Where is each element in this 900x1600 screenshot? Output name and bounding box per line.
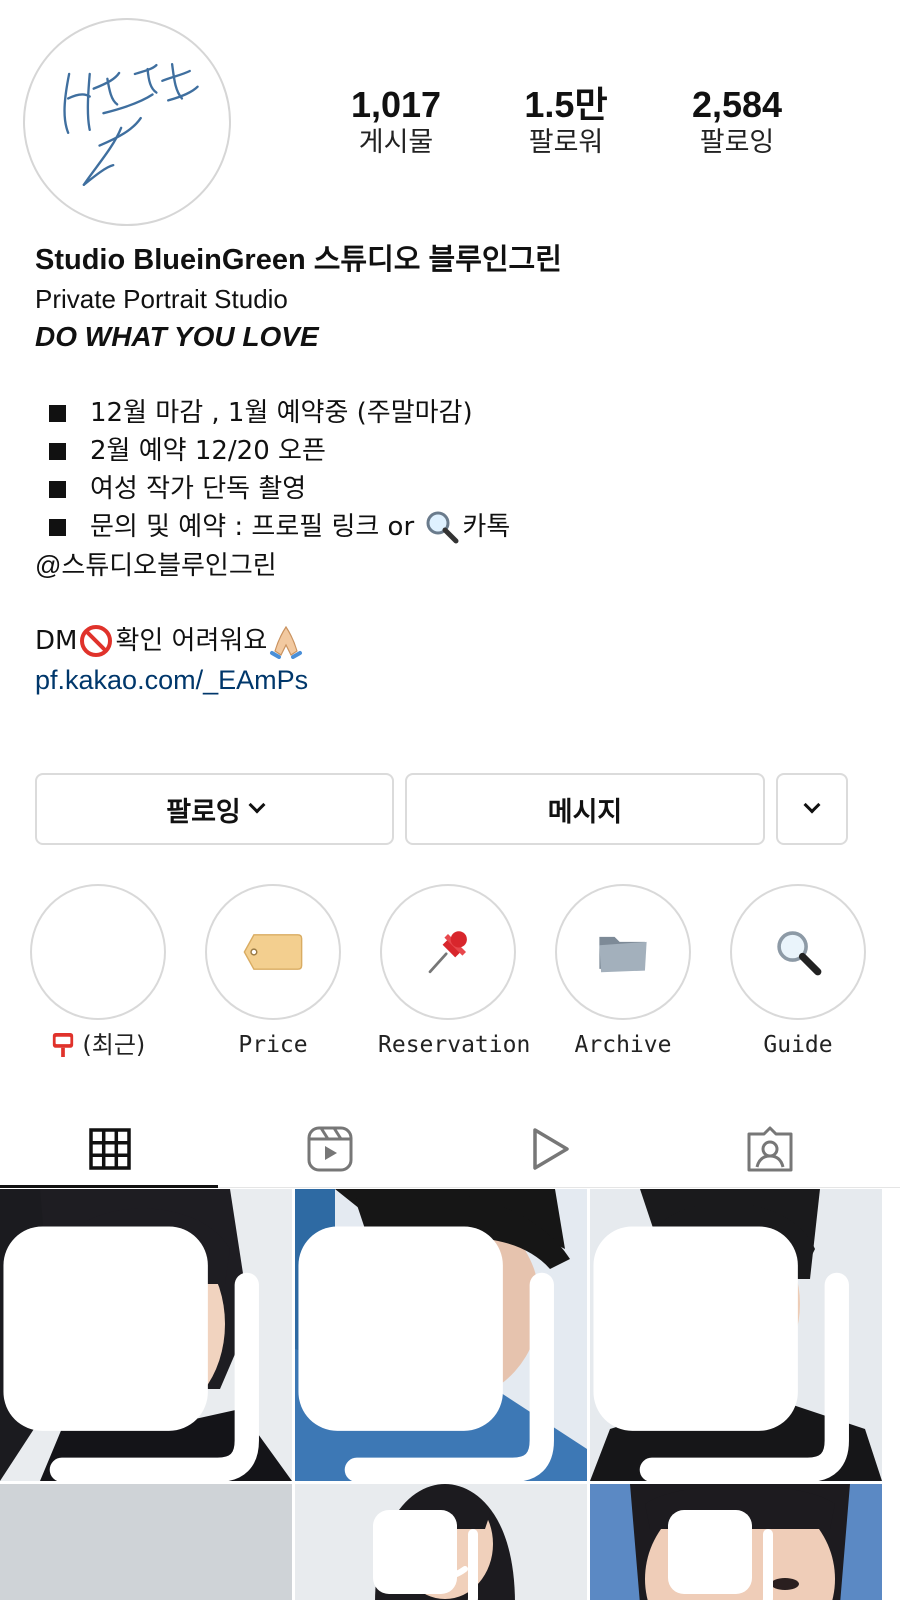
reels-icon: [307, 1126, 353, 1172]
stat-posts-label: 게시물: [358, 127, 434, 158]
stat-following-label: 팔로잉: [699, 127, 775, 158]
folder-icon: [599, 936, 647, 973]
highlight-label: Reservation: [378, 1032, 531, 1058]
carousel-icon: [668, 1510, 773, 1600]
following-button-label: 팔로잉: [166, 796, 241, 828]
highlight-cover: [730, 884, 866, 1020]
highlight-price[interactable]: Price: [203, 884, 343, 1060]
square-bullet-icon: [49, 518, 66, 536]
bio-dm-line: DM 확인 어려워요: [35, 622, 875, 660]
bio-bullet-3: 여성 작가 단독 촬영: [35, 470, 875, 508]
profile-tagline: DO WHAT YOU LOVE: [35, 321, 319, 352]
magnifier-icon: [777, 931, 822, 976]
mailbox-icon: [52, 1033, 73, 1057]
carousel-icon: [373, 1510, 478, 1600]
carousel-icon: [298, 1226, 554, 1481]
bio-bullet-suffix: 카톡: [462, 512, 511, 542]
studio-logo-signature: [63, 62, 199, 186]
highlight-archive[interactable]: Archive: [553, 884, 693, 1060]
stat-followers[interactable]: 1.5만 팔로워: [491, 84, 641, 160]
post-thumbnail[interactable]: [295, 1484, 587, 1600]
carousel-icon: [593, 1226, 849, 1481]
highlight-cover: [380, 884, 516, 1020]
profile-mention[interactable]: @스튜디오블루인그린: [35, 546, 875, 584]
highlight-label: Archive: [574, 1032, 672, 1058]
prohibited-emoji-icon: [80, 625, 113, 657]
highlight-cover: [30, 884, 166, 1020]
message-button[interactable]: 메시지: [405, 773, 765, 845]
bio-bullet-text: 여성 작가 단독 촬영: [90, 474, 307, 504]
carousel-icon: [3, 1226, 259, 1481]
highlight-cover: [555, 884, 691, 1020]
tagged-icon: [747, 1126, 793, 1172]
stat-followers-count: 1.5만: [524, 84, 608, 125]
tab-videos[interactable]: [440, 1110, 660, 1188]
post-thumbnail[interactable]: [295, 1189, 587, 1481]
active-tab-indicator: [0, 1185, 218, 1188]
bio-bullet-text: 12월 마감 , 1월 예약중 (주말마감): [90, 398, 473, 428]
folded-hands-emoji-icon: [270, 625, 303, 659]
post-thumbnail[interactable]: [0, 1484, 292, 1600]
chevron-down-icon: [248, 796, 266, 814]
highlight-guide[interactable]: Guide: [728, 884, 868, 1060]
square-bullet-icon: [49, 442, 66, 460]
dm-text: DM: [35, 626, 78, 656]
highlight-label: Guide: [763, 1032, 833, 1058]
stat-followers-label: 팔로워: [528, 127, 604, 158]
chevron-down-icon: [803, 796, 821, 814]
highlight-label: Price: [238, 1032, 308, 1058]
profile-avatar[interactable]: [23, 18, 231, 226]
following-button[interactable]: 팔로잉: [35, 773, 394, 845]
tab-tagged[interactable]: [660, 1110, 880, 1188]
highlight-recent[interactable]: (최근): [28, 884, 168, 1060]
post-thumbnail[interactable]: [0, 1189, 292, 1481]
stat-following[interactable]: 2,584 팔로잉: [662, 84, 812, 160]
stat-posts-count: 1,017: [350, 84, 442, 125]
grid-icon: [89, 1128, 131, 1170]
tab-reels[interactable]: [220, 1110, 440, 1188]
bio-bullet-2: 2월 예약 12/20 오픈: [35, 432, 875, 470]
highlight-label: (최근): [28, 1030, 168, 1060]
bio-bullet-4: 문의 및 예약 : 프로필 링크 or 카톡: [35, 508, 875, 546]
profile-category: Private Portrait Studio: [35, 284, 288, 314]
square-bullet-icon: [49, 480, 66, 498]
portrait-photo: [0, 1484, 292, 1600]
price-tag-icon: [243, 934, 303, 970]
video-play-icon: [533, 1128, 569, 1170]
suggested-accounts-button[interactable]: [776, 773, 848, 845]
profile-stats: 1,017 게시물 1.5만 팔로워 2,584 팔로잉: [330, 84, 830, 164]
magnifier-emoji-icon: [426, 511, 459, 544]
bio-bullet-text: 문의 및 예약 : 프로필 링크 or: [90, 512, 423, 542]
profile-bio: Studio BlueinGreen 스튜디오 블루인그린 Private Po…: [35, 240, 875, 700]
tab-posts-grid[interactable]: [0, 1110, 220, 1188]
profile-name: Studio BlueinGreen 스튜디오 블루인그린: [35, 244, 562, 276]
post-thumbnail[interactable]: [590, 1189, 882, 1481]
post-thumbnail[interactable]: [590, 1484, 882, 1600]
bio-bullet-text: 2월 예약 12/20 오픈: [90, 436, 326, 466]
bio-bullet-1: 12월 마감 , 1월 예약중 (주말마감): [35, 394, 875, 432]
stat-posts[interactable]: 1,017 게시물: [321, 84, 471, 160]
highlight-reservation[interactable]: Reservation: [378, 884, 531, 1060]
pushpin-icon: [428, 931, 467, 974]
highlight-cover: [205, 884, 341, 1020]
profile-external-link[interactable]: pf.kakao.com/_EAmPs: [35, 660, 875, 700]
square-bullet-icon: [49, 404, 66, 422]
message-button-label: 메시지: [547, 796, 623, 828]
dm-notice-text: 확인 어려워요: [115, 626, 268, 656]
stat-following-count: 2,584: [691, 84, 783, 125]
